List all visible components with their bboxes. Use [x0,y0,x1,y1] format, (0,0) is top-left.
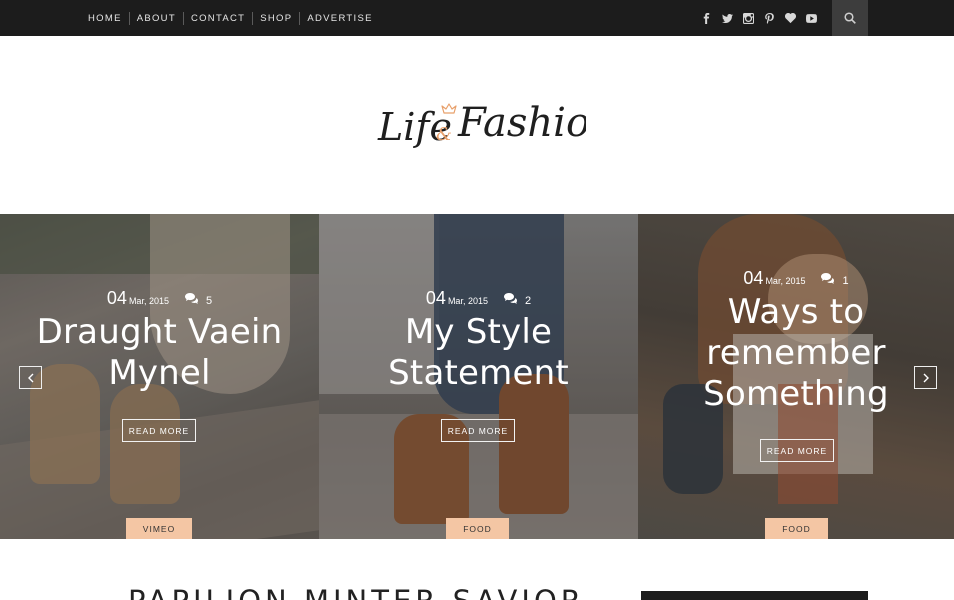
post-month: Mar, 2015 [128,296,169,306]
nav-item-about[interactable]: ABOUT [130,13,183,24]
post-meta: 04 Mar, 2015 2 [319,288,638,309]
category-badge[interactable]: FOOD [765,518,828,539]
chevron-left-icon [27,373,33,382]
post-title-line: Ways to [727,292,865,332]
post-day: 04 [106,288,127,308]
category-badge[interactable]: VIMEO [126,518,192,539]
nav-item-advertise[interactable]: ADVERTISE [300,13,379,24]
sidebar-widget-header [641,591,868,600]
comments-icon [184,291,198,304]
youtube-icon[interactable] [805,12,817,24]
post-title-line: My Style [404,312,553,352]
post-meta: 04 Mar, 2015 1 [638,268,954,289]
post-title[interactable]: Draught Vaein Mynel [0,312,319,394]
facebook-icon[interactable] [700,12,712,24]
instagram-icon[interactable] [742,12,754,24]
search-button[interactable] [832,0,868,36]
category-badge[interactable]: FOOD [446,518,509,539]
slider-next-button[interactable] [914,366,937,389]
post-title[interactable]: Ways to remember Something [638,292,954,415]
slider-prev-button[interactable] [19,366,42,389]
logo-ampersand: & [436,124,452,145]
read-more-button[interactable]: READ MORE [760,439,834,462]
logo-word-fashion: Fashion [457,100,586,146]
social-links [700,0,817,36]
main-nav: HOME ABOUT CONTACT SHOP ADVERTISE [80,0,380,36]
post-title-line: Something [703,374,889,414]
comment-count: 2 [524,295,532,307]
logo-graphic: Life & Fashion [377,100,616,149]
comment-count: 5 [205,295,213,307]
post-month: Mar, 2015 [765,276,806,286]
pinterest-icon[interactable] [763,12,775,24]
post-day: 04 [743,268,764,288]
search-icon [844,12,856,24]
post-title[interactable]: My Style Statement [319,312,638,394]
heart-icon[interactable] [784,12,796,24]
nav-item-shop[interactable]: SHOP [253,13,299,24]
read-more-button[interactable]: READ MORE [441,419,515,442]
post-title-line: Draught Vaein [36,312,283,352]
top-bar: HOME ABOUT CONTACT SHOP ADVERTISE [0,0,954,36]
post-day: 04 [425,288,446,308]
twitter-icon[interactable] [721,12,733,24]
post-month: Mar, 2015 [447,296,488,306]
slide[interactable]: 04 Mar, 2015 2 My Style Statement READ M… [319,214,638,539]
post-meta: 04 Mar, 2015 5 [0,288,319,309]
featured-slider: 04 Mar, 2015 5 Draught Vaein Mynel READ … [0,214,954,539]
slide[interactable]: 04 Mar, 2015 5 Draught Vaein Mynel READ … [0,214,319,539]
chevron-right-icon [923,373,929,382]
post-title-line: remember [706,333,886,373]
nav-item-contact[interactable]: CONTACT [184,13,252,24]
comments-icon [503,291,517,304]
post-title-line: Mynel [108,353,211,393]
comment-count: 1 [842,275,849,287]
slide[interactable]: 04 Mar, 2015 1 Ways to remember Somethin… [638,214,954,539]
nav-item-home[interactable]: HOME [80,13,129,24]
post-title-line: Statement [388,353,569,393]
read-more-button[interactable]: READ MORE [122,419,196,442]
comments-icon [821,271,835,284]
site-logo[interactable]: Life & Fashion [376,86,616,166]
post-heading[interactable]: PAPILION MINTER SAVIOR [128,584,585,600]
